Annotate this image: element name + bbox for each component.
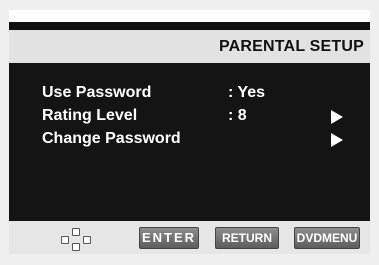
menu-item-change-password[interactable]: Change Password [9, 128, 370, 150]
menu-item-rating-level[interactable]: Rating Level : 8 [9, 105, 370, 127]
chevron-right-icon [331, 133, 343, 147]
page-title: PARENTAL SETUP [218, 38, 364, 55]
enter-key[interactable]: ENTER [139, 227, 199, 249]
top-divider [9, 22, 370, 30]
menu-item-use-password[interactable]: Use Password : Yes [9, 82, 370, 104]
menu-panel: Use Password : Yes Rating Level : 8 Chan… [9, 63, 370, 221]
menu-item-label: Rating Level [42, 107, 138, 124]
return-key[interactable]: RETURN [215, 227, 279, 249]
dpad-icon [61, 228, 91, 251]
title-bar: PARENTAL SETUP [9, 30, 370, 63]
menu-item-value: : 8 [228, 107, 247, 124]
menu-item-label: Use Password [42, 84, 152, 101]
menu-item-label: Change Password [42, 130, 181, 147]
dvdmenu-key[interactable]: DVDMENU [294, 227, 360, 249]
chevron-right-icon [331, 110, 343, 124]
osd-screen: PARENTAL SETUP Use Password : Yes Rating… [9, 10, 370, 254]
menu-item-value: : Yes [228, 84, 266, 101]
tv-frame: PARENTAL SETUP Use Password : Yes Rating… [0, 0, 379, 265]
help-bar: ENTER RETURN DVDMENU [9, 221, 370, 254]
